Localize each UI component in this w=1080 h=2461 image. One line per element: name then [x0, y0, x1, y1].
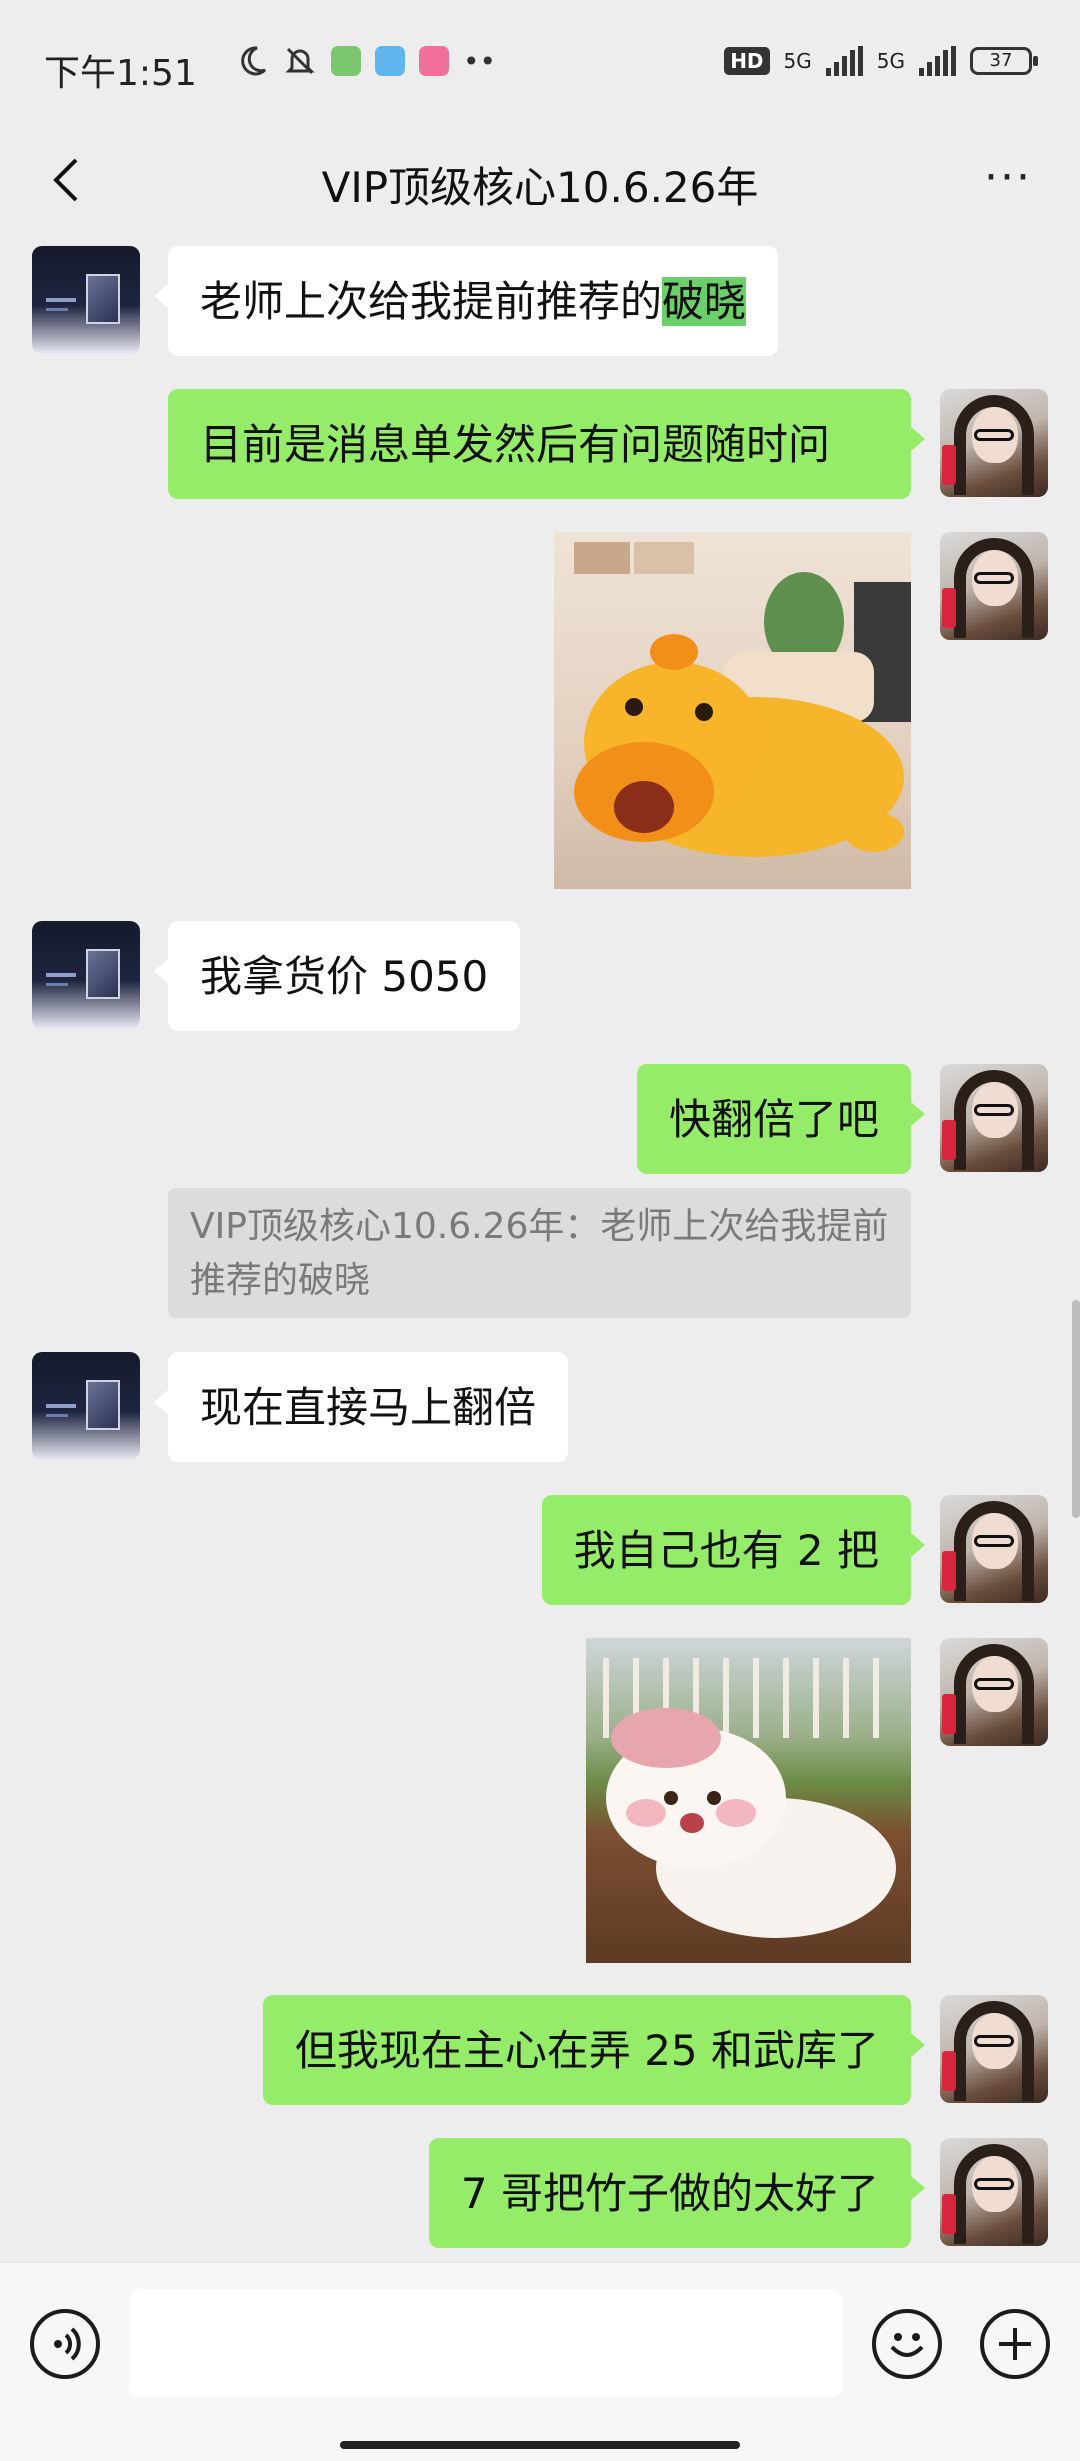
status-right: HD 5G 5G 37: [724, 46, 1038, 76]
yellow-capybara-sticker[interactable]: [554, 532, 911, 889]
signal-icon-2: [919, 46, 956, 76]
message-bubble-incoming[interactable]: 现在直接马上翻倍: [153, 1352, 569, 1462]
self-avatar[interactable]: [940, 1995, 1048, 2103]
self-avatar[interactable]: [940, 532, 1048, 640]
net-label-1: 5G: [783, 49, 812, 73]
message-text: 我自己也有 2 把: [573, 1526, 879, 1575]
status-bar: 下午1:51 •• HD 5G 5G 37: [0, 0, 1080, 130]
moon-icon: [241, 46, 267, 76]
signal-icon-1: [825, 46, 863, 76]
scrollbar[interactable]: [1072, 1300, 1080, 1518]
more-icon[interactable]: ···: [984, 152, 1032, 203]
message-text: 快翻倍了吧: [668, 1095, 879, 1144]
battery-icon: 37: [970, 47, 1038, 75]
self-avatar[interactable]: [940, 2138, 1048, 2246]
message-text: 7 哥把竹子做的太好了: [460, 2169, 879, 2218]
message-bubble-outgoing[interactable]: 但我现在主心在弄 25 和武库了: [262, 1995, 926, 2105]
message-text: 但我现在主心在弄 25 和武库了: [294, 2026, 879, 2075]
status-notification-icons: ••: [235, 44, 496, 78]
contact-avatar[interactable]: [32, 921, 140, 1029]
qq-app-icon: [375, 46, 405, 76]
message-bubble-incoming[interactable]: 我拿货价 5050: [153, 921, 521, 1031]
message-text: 老师上次给我提前推荐的: [200, 277, 663, 326]
bilibili-app-icon: [419, 46, 449, 76]
message-bubble-outgoing[interactable]: 快翻倍了吧: [636, 1064, 926, 1174]
plus-icon[interactable]: [980, 2309, 1050, 2379]
chat-header: VIP顶级核心10.6.26年 ···: [0, 130, 1080, 230]
status-time: 下午1:51: [44, 53, 197, 94]
chat-title: VIP顶级核心10.6.26年: [321, 163, 759, 212]
message-input[interactable]: [130, 2289, 842, 2397]
message-bubble-outgoing[interactable]: 目前是消息单发然后有问题随时问: [168, 389, 925, 499]
self-avatar[interactable]: [940, 1064, 1048, 1172]
highlighted-text: 破晓: [662, 277, 747, 326]
contact-avatar[interactable]: [32, 246, 140, 354]
self-avatar[interactable]: [940, 389, 1048, 497]
message-bubble-incoming[interactable]: 老师上次给我提前推荐的破晓: [153, 246, 779, 356]
message-text: 现在直接马上翻倍: [200, 1383, 537, 1432]
wechat-app-icon: [331, 46, 361, 76]
home-indicator[interactable]: [340, 2441, 740, 2449]
emoji-icon[interactable]: [872, 2309, 942, 2379]
quoted-message[interactable]: VIP顶级核心10.6.26年：老师上次给我提前推荐的破晓: [168, 1188, 911, 1318]
message-bubble-outgoing[interactable]: 我自己也有 2 把: [541, 1495, 926, 1605]
input-bar: [0, 2262, 1080, 2461]
more-notifications-icon: ••: [463, 44, 497, 78]
bell-off-icon: [285, 47, 315, 75]
contact-avatar[interactable]: [32, 1352, 140, 1460]
voice-icon[interactable]: [30, 2309, 100, 2379]
hd-badge: HD: [724, 47, 770, 75]
message-text: 我拿货价 5050: [200, 952, 489, 1001]
message-text: 目前是消息单发然后有问题随时问: [200, 420, 831, 469]
message-bubble-outgoing[interactable]: 7 哥把竹子做的太好了: [428, 2138, 926, 2248]
self-avatar[interactable]: [940, 1495, 1048, 1603]
self-avatar[interactable]: [940, 1638, 1048, 1746]
net-label-2: 5G: [876, 49, 905, 73]
pink-hamster-sticker[interactable]: [586, 1638, 911, 1963]
